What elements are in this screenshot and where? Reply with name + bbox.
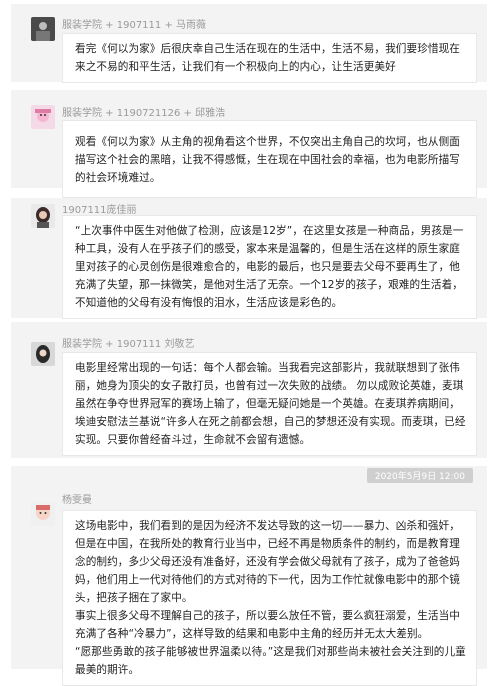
comment-author: 1907111庞佳丽 bbox=[62, 205, 137, 216]
avatar bbox=[31, 204, 55, 228]
comment-text: 观看《何以为家》从主角的视角看这个世界，不仅突出主角自己的坎坷，也从侧面描写这个… bbox=[62, 120, 477, 198]
avatar bbox=[31, 342, 55, 366]
comment-feed: 服装学院 + 1907111 + 马雨薇 看完《何以为家》后很庆幸自己生活在现在… bbox=[0, 0, 499, 686]
comment-card: 服装学院 + 1190721126 + 邱雅浩 观看《何以为家》从主角的视角看这… bbox=[11, 90, 487, 198]
avatar bbox=[31, 17, 55, 41]
date-badge: 2020年5月9日 12:00 bbox=[366, 468, 473, 483]
avatar bbox=[31, 502, 55, 526]
comment-author: 杨雯曼 bbox=[62, 495, 92, 506]
comment-text: “上次事件中医生对他做了检测，应该是12岁”，在这里女孩是一种商品，男孩是一种工… bbox=[62, 215, 477, 319]
comment-author: 服装学院 + 1907111 + 马雨薇 bbox=[62, 20, 207, 31]
comment-author: 服装学院 + 1907111 刘敬艺 bbox=[62, 339, 195, 350]
comment-card: 2020年5月9日 12:00 杨雯曼 这场电影中，我们看到的是因为经济不发达导… bbox=[11, 466, 487, 686]
comment-text: 电影里经常出现的一句话：每个人都会输。当我看完这部影片，我就联想到了张伟丽，她身… bbox=[62, 352, 477, 456]
comment-author: 服装学院 + 1190721126 + 邱雅浩 bbox=[62, 108, 226, 119]
comment-card: 1907111庞佳丽 “上次事件中医生对他做了检测，应该是12岁”，在这里女孩是… bbox=[11, 198, 487, 319]
comment-card: 服装学院 + 1907111 + 马雨薇 看完《何以为家》后很庆幸自己生活在现在… bbox=[11, 4, 487, 83]
comment-text: 这场电影中，我们看到的是因为经济不发达导致的这一切——暴力、凶杀和强奸，但是在中… bbox=[62, 510, 477, 686]
comment-card: 服装学院 + 1907111 刘敬艺 电影里经常出现的一句话：每个人都会输。当我… bbox=[11, 322, 487, 458]
comment-text: 看完《何以为家》后很庆幸自己生活在现在的生活中，生活不易，我们要珍惜现在来之不易… bbox=[62, 33, 477, 83]
avatar bbox=[31, 105, 55, 129]
